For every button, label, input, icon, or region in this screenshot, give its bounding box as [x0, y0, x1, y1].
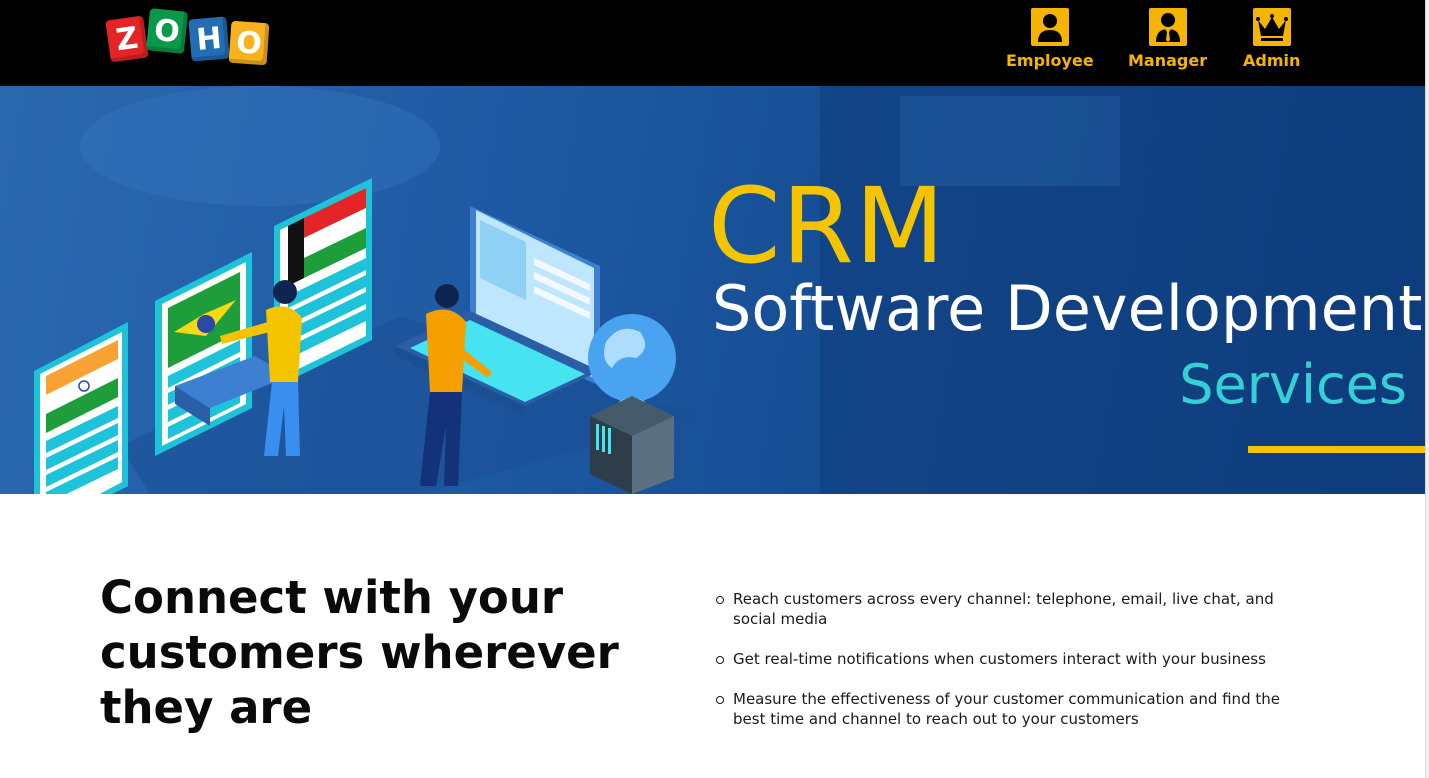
- logo-letter-z: Z: [105, 15, 149, 63]
- employee-icon: [1030, 8, 1069, 46]
- nav-admin-label: Admin: [1243, 51, 1301, 70]
- nav-manager-label: Manager: [1128, 51, 1208, 70]
- hero-banner: CRM Software Development Services: [0, 86, 1425, 494]
- feature-item: Measure the effectiveness of your custom…: [716, 689, 1316, 729]
- page-scrollbar[interactable]: [1425, 0, 1429, 778]
- logo-letter-o2: O: [228, 20, 270, 66]
- hero-accent-line: [1248, 446, 1425, 453]
- feature-item: Reach customers across every channel: te…: [716, 589, 1316, 629]
- nav-employee-label: Employee: [1006, 51, 1094, 70]
- logo-letter-o: O: [145, 8, 189, 54]
- hero-tagline: Services: [1179, 353, 1407, 416]
- feature-item: Get real-time notifications when custome…: [716, 649, 1316, 669]
- zoho-logo[interactable]: Z O H O: [105, 6, 276, 68]
- logo-letter-h: H: [188, 16, 230, 62]
- hero-title: CRM: [708, 165, 946, 287]
- crown-icon: [1252, 8, 1291, 46]
- top-navigation-bar: Z O H O Employee Manager Admin: [0, 0, 1425, 86]
- hero-subtitle: Software Development: [712, 272, 1423, 345]
- nav-admin[interactable]: Admin: [1243, 8, 1300, 70]
- nav-manager[interactable]: Manager: [1128, 8, 1207, 70]
- feature-list: Reach customers across every channel: te…: [716, 589, 1316, 749]
- flag-card-india: [34, 322, 128, 494]
- manager-icon: [1148, 8, 1187, 46]
- section-headline: Connect with your customers wherever the…: [100, 571, 619, 734]
- nav-employee[interactable]: Employee: [1006, 8, 1094, 70]
